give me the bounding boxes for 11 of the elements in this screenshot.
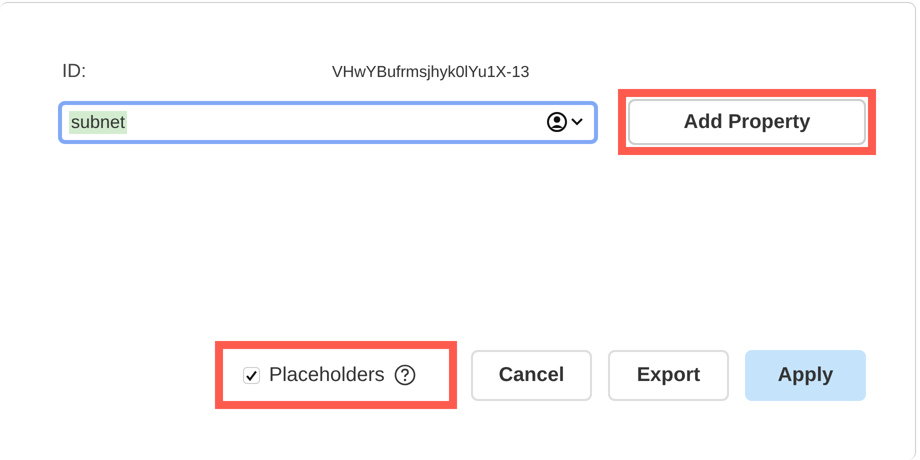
checkbox-label: Placeholders xyxy=(269,364,385,386)
apply-button[interactable]: Apply xyxy=(745,350,866,400)
selected-text: subnet xyxy=(69,110,128,134)
dialog-button[interactable]: Export xyxy=(608,350,729,400)
help-icon[interactable] xyxy=(394,364,416,386)
property-field[interactable]: subnet xyxy=(58,100,598,144)
id-label: ID: xyxy=(61,61,88,83)
dialog-button[interactable]: Cancel xyxy=(471,350,592,400)
id-value: VHwYBufrmsjhyk0lYu1X-13 xyxy=(332,63,530,83)
checkbox[interactable] xyxy=(243,366,260,384)
add-property-button[interactable]: Add Property xyxy=(628,99,866,145)
